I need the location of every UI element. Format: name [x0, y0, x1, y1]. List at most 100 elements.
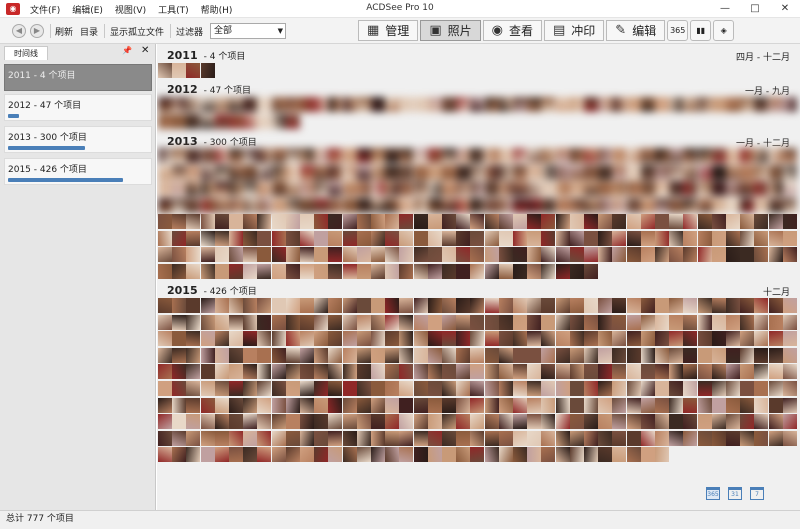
photo-thumbnail[interactable]: [342, 197, 357, 213]
photo-thumbnail[interactable]: [498, 414, 513, 430]
photo-thumbnail[interactable]: [172, 364, 187, 380]
refresh-button[interactable]: 刷新: [55, 25, 73, 38]
photo-thumbnail[interactable]: [655, 197, 669, 213]
photo-thumbnail[interactable]: [442, 447, 456, 463]
photo-thumbnail[interactable]: [555, 414, 570, 430]
photo-thumbnail[interactable]: [257, 347, 272, 363]
photo-thumbnail[interactable]: [669, 397, 684, 413]
photo-thumbnail[interactable]: [342, 347, 357, 363]
photo-thumbnail[interactable]: [200, 298, 215, 313]
photo-thumbnail[interactable]: [314, 263, 329, 279]
photo-thumbnail[interactable]: [399, 97, 414, 112]
photo-thumbnail[interactable]: [612, 197, 627, 213]
timeline-item-2011[interactable]: 2011 - 4 个项目: [4, 64, 152, 91]
photo-thumbnail[interactable]: [342, 447, 357, 463]
photo-thumbnail[interactable]: [158, 381, 172, 396]
photo-thumbnail[interactable]: [569, 230, 584, 246]
photo-thumbnail[interactable]: [200, 164, 215, 180]
photo-thumbnail[interactable]: [186, 298, 201, 313]
photo-thumbnail[interactable]: [569, 414, 584, 430]
photo-thumbnail[interactable]: [356, 247, 371, 263]
photo-thumbnail[interactable]: [740, 148, 755, 163]
photo-thumbnail[interactable]: [541, 148, 556, 163]
photo-thumbnail[interactable]: [456, 414, 471, 430]
photo-thumbnail[interactable]: [214, 97, 229, 112]
photo-thumbnail[interactable]: [768, 414, 783, 430]
photo-thumbnail[interactable]: [527, 430, 542, 446]
photo-thumbnail[interactable]: [285, 447, 300, 463]
photo-thumbnail[interactable]: [356, 430, 371, 446]
photo-thumbnail[interactable]: [172, 447, 187, 463]
photo-thumbnail[interactable]: [513, 230, 527, 246]
photo-thumbnail[interactable]: [569, 381, 584, 396]
photo-thumbnail[interactable]: [257, 331, 272, 347]
photo-thumbnail[interactable]: [541, 364, 556, 380]
photo-thumbnail[interactable]: [782, 298, 797, 313]
photo-thumbnail[interactable]: [271, 331, 286, 347]
photo-thumbnail[interactable]: [754, 414, 769, 430]
photo-thumbnail[interactable]: [612, 364, 627, 380]
photo-thumbnail[interactable]: [328, 230, 343, 246]
photo-thumbnail[interactable]: [214, 197, 229, 213]
photo-thumbnail[interactable]: [186, 430, 201, 446]
photo-thumbnail[interactable]: [300, 181, 314, 197]
close-icon[interactable]: ✕: [141, 45, 149, 56]
photo-thumbnail[interactable]: [655, 447, 669, 463]
photo-thumbnail[interactable]: [456, 164, 471, 180]
photo-thumbnail[interactable]: [356, 197, 371, 213]
photo-thumbnail[interactable]: [669, 148, 684, 163]
photo-thumbnail[interactable]: [427, 314, 442, 330]
photo-thumbnail[interactable]: [371, 397, 385, 413]
photo-thumbnail[interactable]: [442, 164, 456, 180]
photo-thumbnail[interactable]: [186, 381, 201, 396]
photo-thumbnail[interactable]: [243, 263, 258, 279]
photo-thumbnail[interactable]: [413, 314, 428, 330]
photo-thumbnail[interactable]: [470, 164, 485, 180]
photo-thumbnail[interactable]: [456, 430, 471, 446]
photo-thumbnail[interactable]: [243, 331, 258, 347]
photo-thumbnail[interactable]: [285, 97, 300, 112]
photo-thumbnail[interactable]: [584, 447, 598, 463]
photo-thumbnail[interactable]: [371, 148, 385, 163]
photo-thumbnail[interactable]: [172, 347, 187, 363]
photo-thumbnail[interactable]: [740, 430, 755, 446]
photo-thumbnail[interactable]: [271, 397, 286, 413]
photo-thumbnail[interactable]: [626, 314, 641, 330]
photo-thumbnail[interactable]: [328, 397, 343, 413]
photo-thumbnail[interactable]: [754, 247, 769, 263]
photo-thumbnail[interactable]: [200, 263, 215, 279]
photo-thumbnail[interactable]: [214, 230, 229, 246]
photo-thumbnail[interactable]: [569, 397, 584, 413]
photo-thumbnail[interactable]: [371, 263, 385, 279]
photo-thumbnail[interactable]: [399, 298, 414, 313]
photo-thumbnail[interactable]: [200, 447, 215, 463]
photo-thumbnail[interactable]: [314, 164, 329, 180]
photo-thumbnail[interactable]: [442, 314, 456, 330]
photo-thumbnail[interactable]: [541, 181, 556, 197]
photo-thumbnail[interactable]: [342, 181, 357, 197]
photo-thumbnail[interactable]: [229, 148, 243, 163]
photo-thumbnail[interactable]: [754, 164, 769, 180]
photo-thumbnail[interactable]: [257, 148, 272, 163]
photo-thumbnail[interactable]: [584, 263, 598, 279]
photo-thumbnail[interactable]: [214, 298, 229, 313]
photo-thumbnail[interactable]: [470, 230, 485, 246]
photo-thumbnail[interactable]: [640, 230, 655, 246]
photo-thumbnail[interactable]: [640, 331, 655, 347]
photo-thumbnail[interactable]: [655, 414, 669, 430]
photo-thumbnail[interactable]: [598, 314, 613, 330]
photo-thumbnail[interactable]: [271, 230, 286, 246]
photo-thumbnail[interactable]: [271, 430, 286, 446]
photo-thumbnail[interactable]: [513, 314, 527, 330]
photo-thumbnail[interactable]: [470, 247, 485, 263]
photo-thumbnail[interactable]: [257, 364, 272, 380]
photo-thumbnail[interactable]: [456, 97, 471, 112]
photo-thumbnail[interactable]: [612, 397, 627, 413]
photo-thumbnail[interactable]: [697, 331, 712, 347]
photo-thumbnail[interactable]: [214, 397, 229, 413]
photo-thumbnail[interactable]: [229, 364, 243, 380]
photo-thumbnail[interactable]: [655, 381, 669, 396]
photo-thumbnail[interactable]: [626, 347, 641, 363]
photo-thumbnail[interactable]: [541, 314, 556, 330]
photo-thumbnail[interactable]: [498, 347, 513, 363]
